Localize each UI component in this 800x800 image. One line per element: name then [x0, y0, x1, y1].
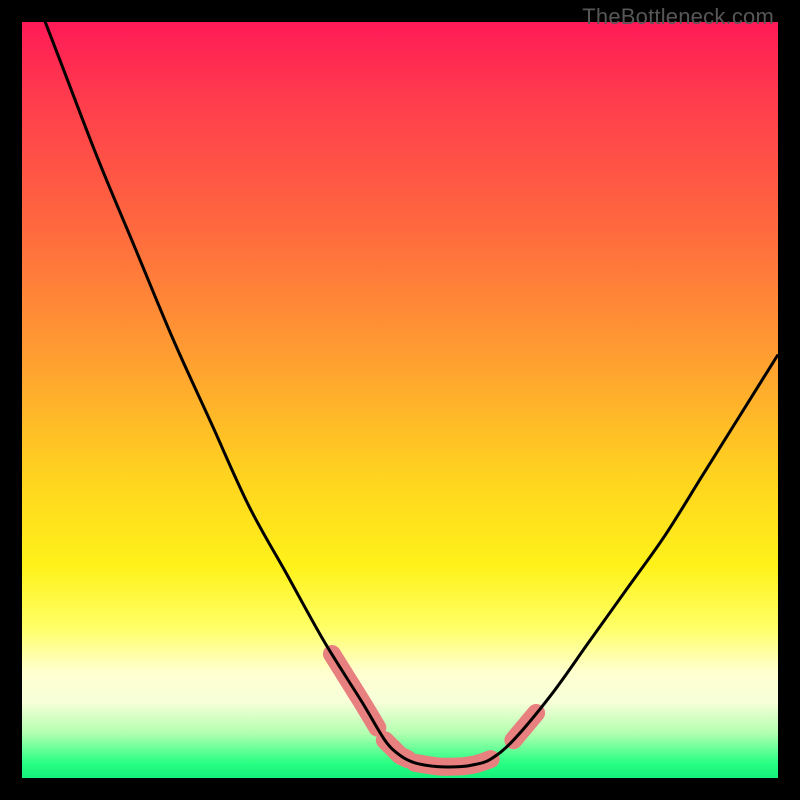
chart-frame: TheBottleneck.com [0, 0, 800, 800]
attribution-text: TheBottleneck.com [582, 4, 774, 30]
chart-svg [22, 22, 778, 778]
chart-plot-area [22, 22, 778, 778]
bottleneck-curve-path [22, 0, 778, 767]
